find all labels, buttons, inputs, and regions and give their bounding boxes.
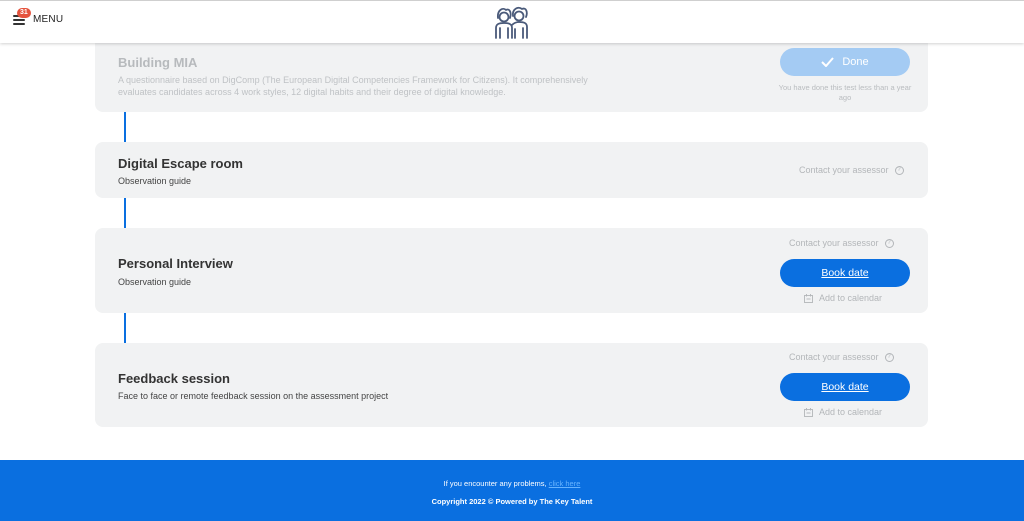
footer-copyright: Copyright 2022 © Powered by The Key Tale… — [431, 497, 593, 506]
card-feedback-session: Feedback session Face to face or remote … — [95, 343, 928, 427]
footer-problems-text: If you encounter any problems, — [443, 479, 547, 488]
page-footer: If you encounter any problems, click her… — [0, 460, 1024, 521]
done-button: Done — [780, 48, 910, 76]
people-logo-icon[interactable] — [492, 4, 530, 40]
card-building-mia: Building MIA A questionnaire based on Di… — [95, 36, 928, 112]
help-icon: ? — [884, 352, 894, 362]
contact-label: Contact your assessor — [789, 238, 879, 248]
card-title: Personal Interview — [118, 256, 233, 271]
help-icon: ? — [894, 165, 904, 175]
card-title: Digital Escape room — [118, 156, 243, 171]
card-description: A questionnaire based on DigComp (The Eu… — [118, 75, 588, 97]
done-label: Done — [842, 56, 869, 68]
add-to-calendar-link[interactable]: Add to calendar — [804, 407, 882, 417]
calendar-icon — [804, 407, 813, 417]
calendar-label: Add to calendar — [819, 293, 883, 303]
card-description: Observation guide — [118, 277, 192, 287]
contact-label: Contact your assessor — [799, 165, 889, 175]
done-note: You have done this test less than a year… — [778, 83, 912, 102]
book-date-button[interactable]: Book date — [780, 259, 910, 287]
contact-assessor-link[interactable]: Contact your assessor ? — [799, 165, 904, 175]
timeline-connector — [124, 112, 126, 142]
card-title: Feedback session — [118, 371, 230, 386]
card-title: Building MIA — [118, 55, 198, 70]
card-description: Face to face or remote feedback session … — [118, 391, 389, 401]
calendar-label: Add to calendar — [819, 407, 883, 417]
card-description: Observation guide — [118, 176, 192, 186]
footer-problems-line: If you encounter any problems, click her… — [0, 479, 1024, 488]
contact-assessor-link[interactable]: Contact your assessor ? — [789, 238, 894, 248]
help-icon: ? — [884, 238, 894, 248]
hamburger-icon: 31 — [13, 7, 31, 25]
add-to-calendar-link[interactable]: Add to calendar — [804, 293, 882, 303]
contact-assessor-link[interactable]: Contact your assessor ? — [789, 352, 894, 362]
timeline-connector — [124, 198, 126, 228]
contact-label: Contact your assessor — [789, 352, 879, 362]
notification-badge: 31 — [17, 7, 31, 18]
menu-button[interactable]: 31 MENU — [13, 7, 64, 25]
check-icon — [821, 57, 835, 67]
menu-label: MENU — [33, 14, 64, 25]
card-personal-interview: Personal Interview Observation guide Con… — [95, 228, 928, 313]
footer-click-here-link[interactable]: click here — [549, 479, 581, 488]
book-date-button[interactable]: Book date — [780, 373, 910, 401]
top-header: 31 MENU — [0, 0, 1024, 43]
card-digital-escape-room: Digital Escape room Observation guide Co… — [95, 142, 928, 198]
timeline-connector — [124, 313, 126, 343]
calendar-icon — [804, 293, 813, 303]
